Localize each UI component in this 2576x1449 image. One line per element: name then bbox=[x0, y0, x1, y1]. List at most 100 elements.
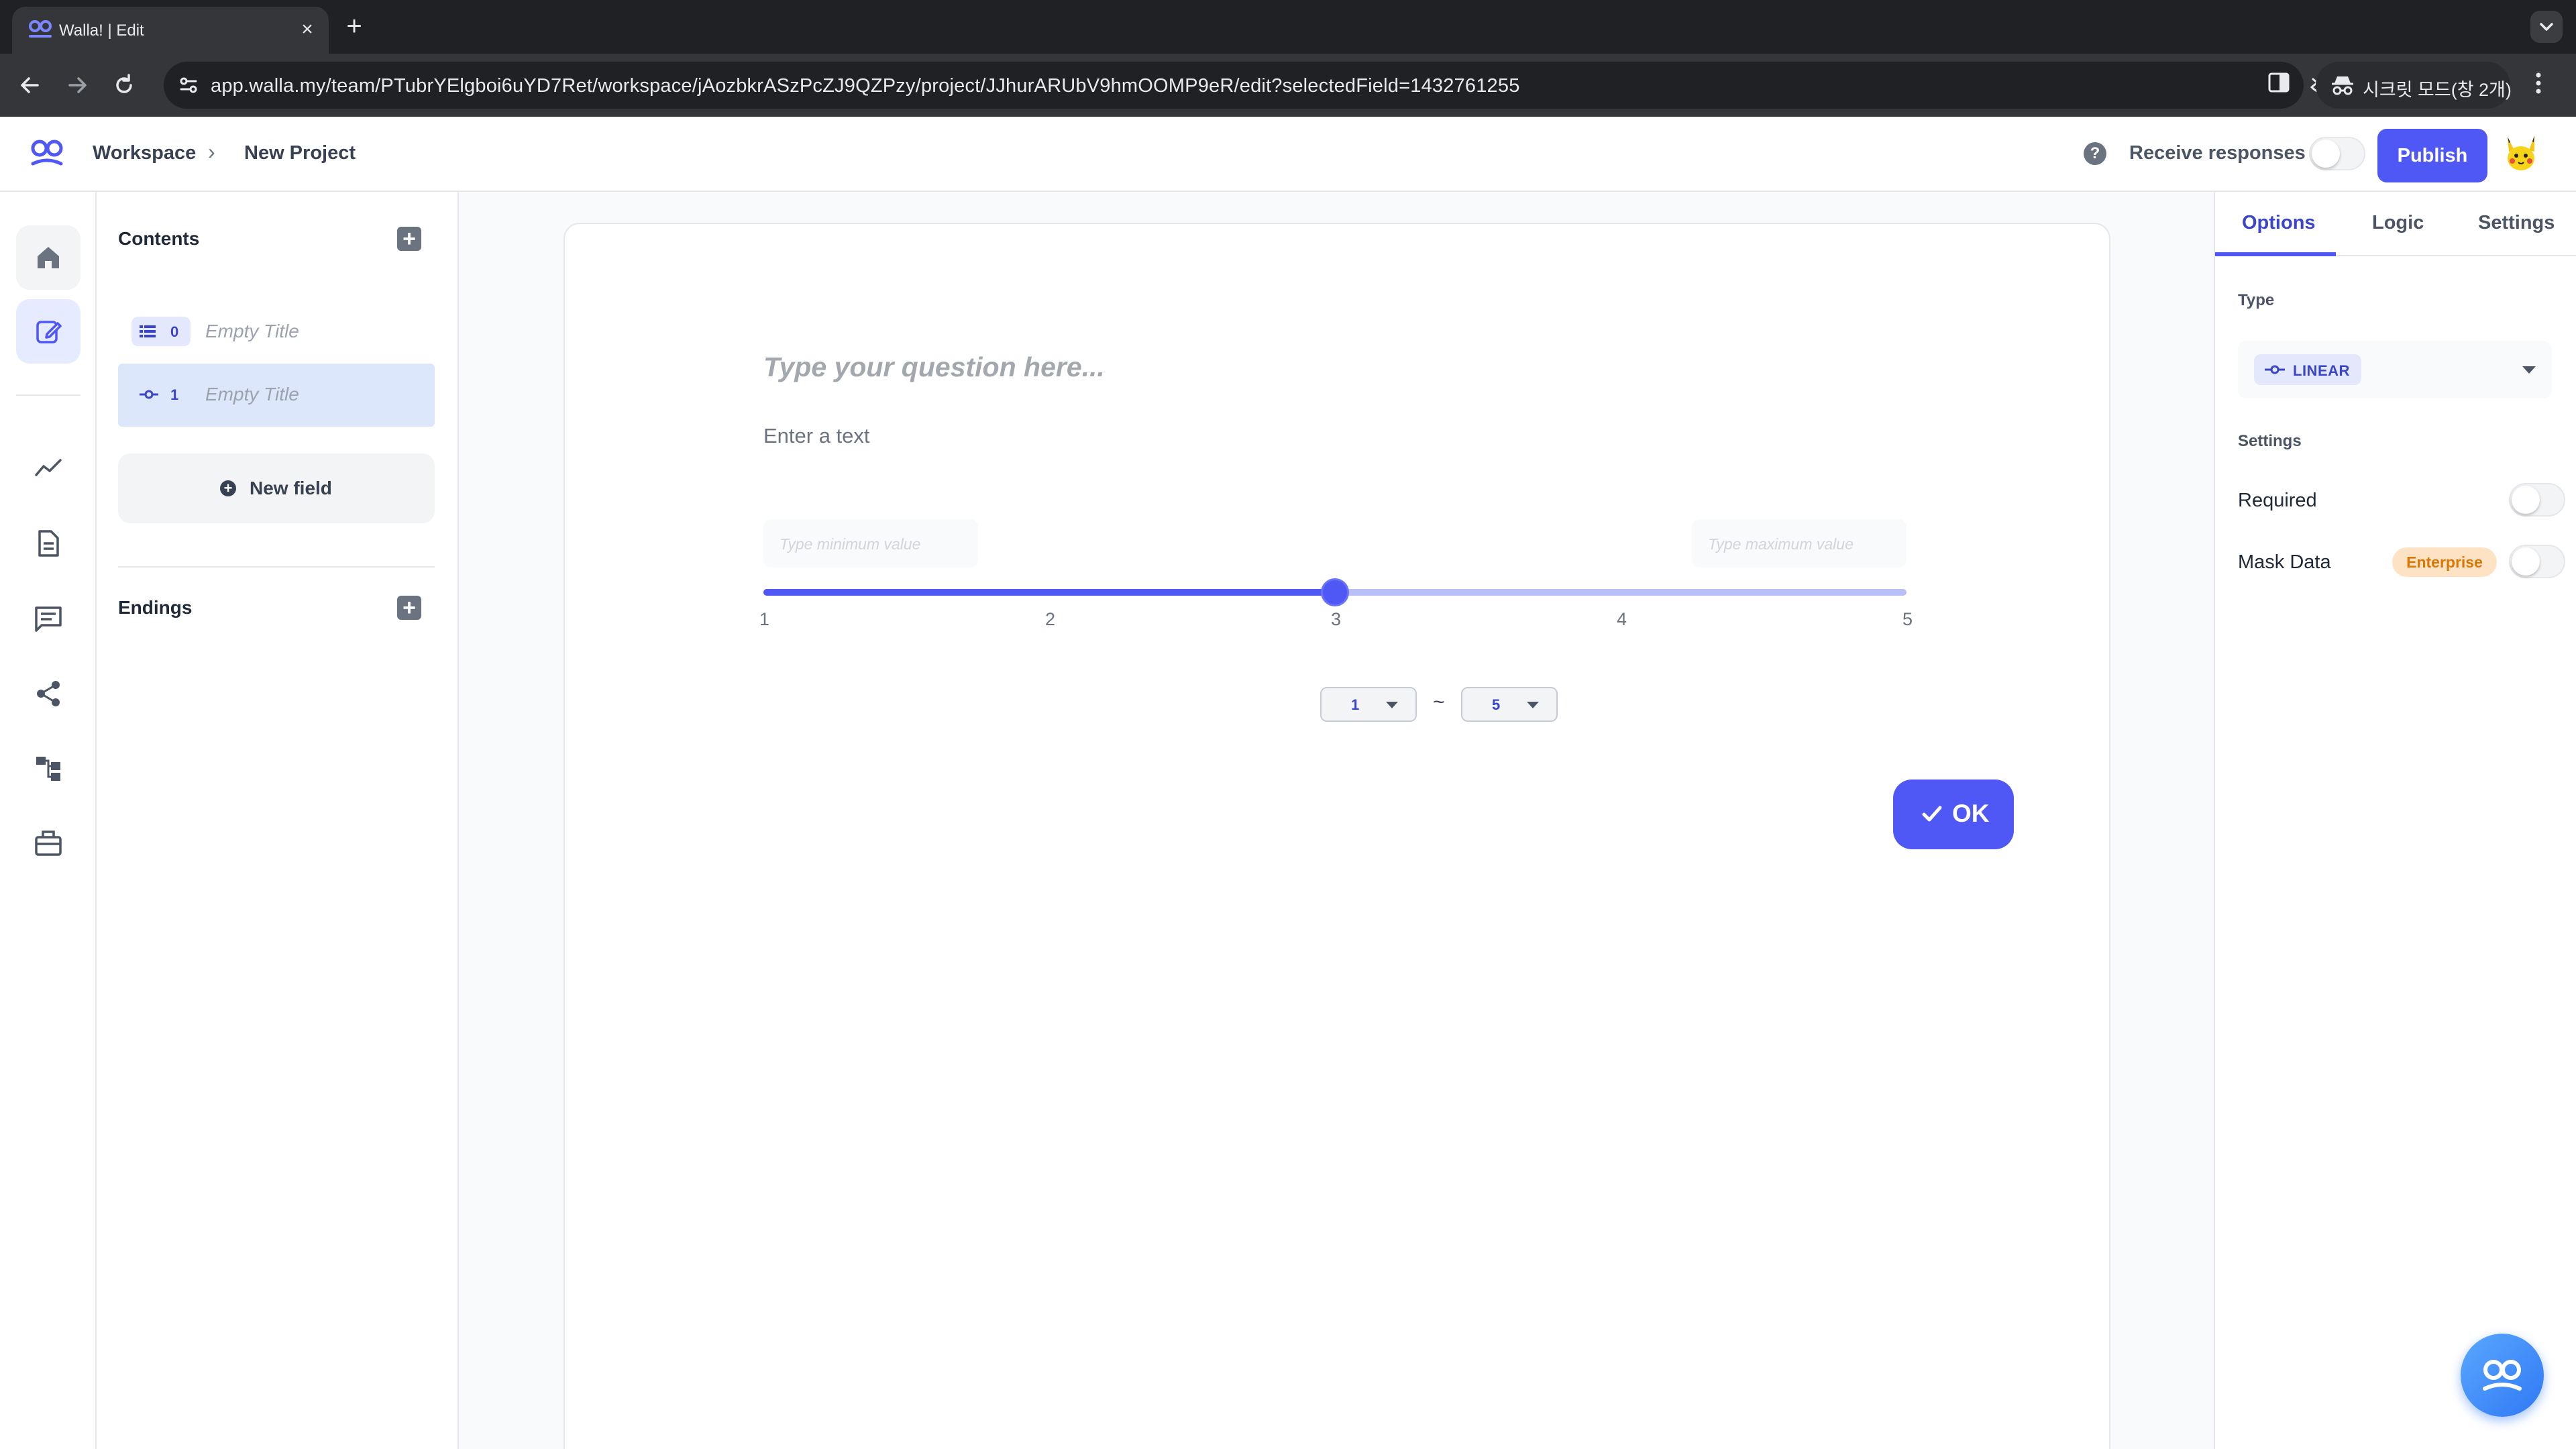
range-end-select[interactable]: 5 bbox=[1461, 687, 1558, 722]
contents-panel: Contents + 0 Empty Title 1 Empty Title +… bbox=[97, 192, 459, 1449]
breadcrumb-separator-icon: › bbox=[208, 140, 215, 164]
required-toggle[interactable] bbox=[2509, 483, 2565, 517]
navigation-rail bbox=[0, 192, 97, 1449]
walla-favicon-icon bbox=[29, 20, 52, 38]
type-label: Type bbox=[2238, 291, 2275, 309]
tab-search-button[interactable] bbox=[2530, 11, 2563, 43]
new-field-label: New field bbox=[250, 478, 332, 498]
check-icon bbox=[1922, 806, 1942, 822]
rail-share-button[interactable] bbox=[16, 661, 80, 726]
range-start-select[interactable]: 1 bbox=[1320, 687, 1417, 722]
contents-divider bbox=[118, 566, 435, 568]
incognito-indicator[interactable]: 시크릿 모드(창 2개) bbox=[2316, 62, 2512, 109]
rail-divider bbox=[16, 394, 80, 396]
site-info-icon[interactable] bbox=[174, 71, 203, 99]
field-index-badge: 1 bbox=[131, 380, 191, 409]
field-list-item[interactable]: 0 Empty Title bbox=[118, 301, 435, 364]
back-icon[interactable] bbox=[13, 68, 47, 102]
new-tab-icon[interactable]: + bbox=[339, 12, 369, 42]
rail-analytics-button[interactable] bbox=[16, 436, 80, 500]
integrations-icon bbox=[35, 830, 62, 856]
field-title: Empty Title bbox=[205, 321, 299, 341]
rail-edit-button[interactable] bbox=[16, 299, 80, 364]
plus-circle-icon: + bbox=[220, 480, 236, 496]
mask-data-label: Mask Data bbox=[2238, 551, 2331, 573]
side-panel-icon[interactable] bbox=[2267, 71, 2290, 94]
field-index: 0 bbox=[170, 323, 179, 340]
maximum-label-input[interactable]: Type maximum value bbox=[1692, 519, 1907, 568]
mask-data-toggle[interactable] bbox=[2509, 545, 2565, 578]
reload-icon[interactable] bbox=[107, 68, 141, 102]
question-description-input[interactable]: Enter a text bbox=[763, 424, 870, 448]
publish-button[interactable]: Publish bbox=[2377, 129, 2487, 182]
slider-thumb[interactable] bbox=[1321, 578, 1349, 606]
field-list-item-selected[interactable]: 1 Empty Title bbox=[118, 364, 435, 427]
incognito-label: 시크릿 모드(창 2개) bbox=[2363, 80, 2512, 100]
required-label: Required bbox=[2238, 490, 2317, 511]
document-icon bbox=[38, 530, 59, 557]
rail-home-button[interactable] bbox=[16, 225, 80, 290]
browser-toolbar: app.walla.my/team/PTubrYElgboi6uYD7Ret/w… bbox=[0, 54, 2576, 117]
minimum-label-input[interactable]: Type minimum value bbox=[763, 519, 978, 568]
address-bar[interactable]: app.walla.my/team/PTubrYElgboi6uYD7Ret/w… bbox=[164, 62, 2383, 109]
scale-tick-label: 4 bbox=[1617, 609, 1627, 629]
share-icon bbox=[37, 681, 60, 706]
list-icon bbox=[140, 325, 156, 337]
analytics-icon bbox=[35, 459, 62, 476]
tab-close-icon[interactable]: × bbox=[294, 16, 321, 43]
scale-tick-label: 3 bbox=[1331, 609, 1342, 629]
flow-icon bbox=[36, 757, 60, 781]
field-index: 1 bbox=[170, 386, 179, 403]
linear-scale-icon bbox=[140, 390, 158, 399]
ok-button[interactable]: OK bbox=[1893, 780, 2014, 849]
question-title-input[interactable]: Type your question here... bbox=[763, 352, 1105, 383]
forward-icon[interactable] bbox=[60, 68, 94, 102]
rail-responses-button[interactable] bbox=[16, 511, 80, 576]
ok-label: OK bbox=[1952, 800, 1990, 827]
add-content-button[interactable]: + bbox=[397, 227, 421, 251]
support-chat-button[interactable] bbox=[2461, 1334, 2544, 1417]
linear-scale-slider[interactable] bbox=[763, 578, 1907, 606]
chat-icon bbox=[35, 606, 62, 632]
browser-tab-title: Walla! | Edit bbox=[59, 21, 144, 40]
help-icon[interactable]: ? bbox=[2084, 142, 2106, 165]
editor-canvas: Type your question here... Enter a text … bbox=[459, 192, 2214, 1449]
type-chip: LINEAR bbox=[2254, 354, 2361, 385]
walla-logo-icon[interactable] bbox=[30, 137, 64, 169]
range-end-value: 5 bbox=[1492, 696, 1501, 713]
browser-tab[interactable]: Walla! | Edit × bbox=[12, 7, 329, 54]
more-menu-icon[interactable] bbox=[2534, 70, 2542, 97]
tab-options[interactable]: Options bbox=[2242, 212, 2316, 234]
scale-tick-label: 5 bbox=[1902, 609, 1913, 629]
receive-responses-toggle[interactable] bbox=[2309, 137, 2365, 170]
user-avatar[interactable] bbox=[2498, 131, 2544, 177]
tab-settings[interactable]: Settings bbox=[2478, 212, 2555, 234]
active-tab-indicator bbox=[2215, 252, 2336, 256]
range-start-value: 1 bbox=[1351, 696, 1360, 713]
rail-integrations-button[interactable] bbox=[16, 810, 80, 875]
scale-tick-label: 2 bbox=[1045, 609, 1056, 629]
rail-comments-button[interactable] bbox=[16, 586, 80, 651]
add-ending-button[interactable]: + bbox=[397, 596, 421, 620]
type-select[interactable]: LINEAR bbox=[2238, 341, 2552, 398]
walla-logo-icon bbox=[2483, 1360, 2522, 1391]
breadcrumb-workspace[interactable]: Workspace bbox=[93, 142, 196, 164]
minimum-label-placeholder: Type minimum value bbox=[780, 535, 921, 553]
caret-down-icon bbox=[1527, 702, 1539, 708]
caret-down-icon bbox=[1386, 702, 1398, 708]
options-panel: Options Logic Settings Type LINEAR Setti… bbox=[2214, 192, 2576, 1449]
rail-flow-button[interactable] bbox=[16, 735, 80, 800]
receive-responses-label: Receive responses bbox=[2129, 142, 2306, 164]
breadcrumb-project[interactable]: New Project bbox=[244, 142, 356, 164]
field-index-badge: 0 bbox=[131, 317, 191, 346]
field-title: Empty Title bbox=[205, 384, 299, 405]
range-separator: ~ bbox=[1433, 691, 1445, 713]
edit-icon bbox=[36, 321, 62, 343]
new-field-button[interactable]: + New field bbox=[118, 453, 435, 523]
endings-heading: Endings bbox=[118, 597, 193, 618]
enterprise-badge: Enterprise bbox=[2392, 547, 2497, 577]
chevron-down-icon bbox=[2540, 23, 2553, 31]
settings-section-label: Settings bbox=[2238, 432, 2302, 450]
tab-logic[interactable]: Logic bbox=[2372, 212, 2424, 234]
question-card: Type your question here... Enter a text … bbox=[564, 223, 2110, 1449]
